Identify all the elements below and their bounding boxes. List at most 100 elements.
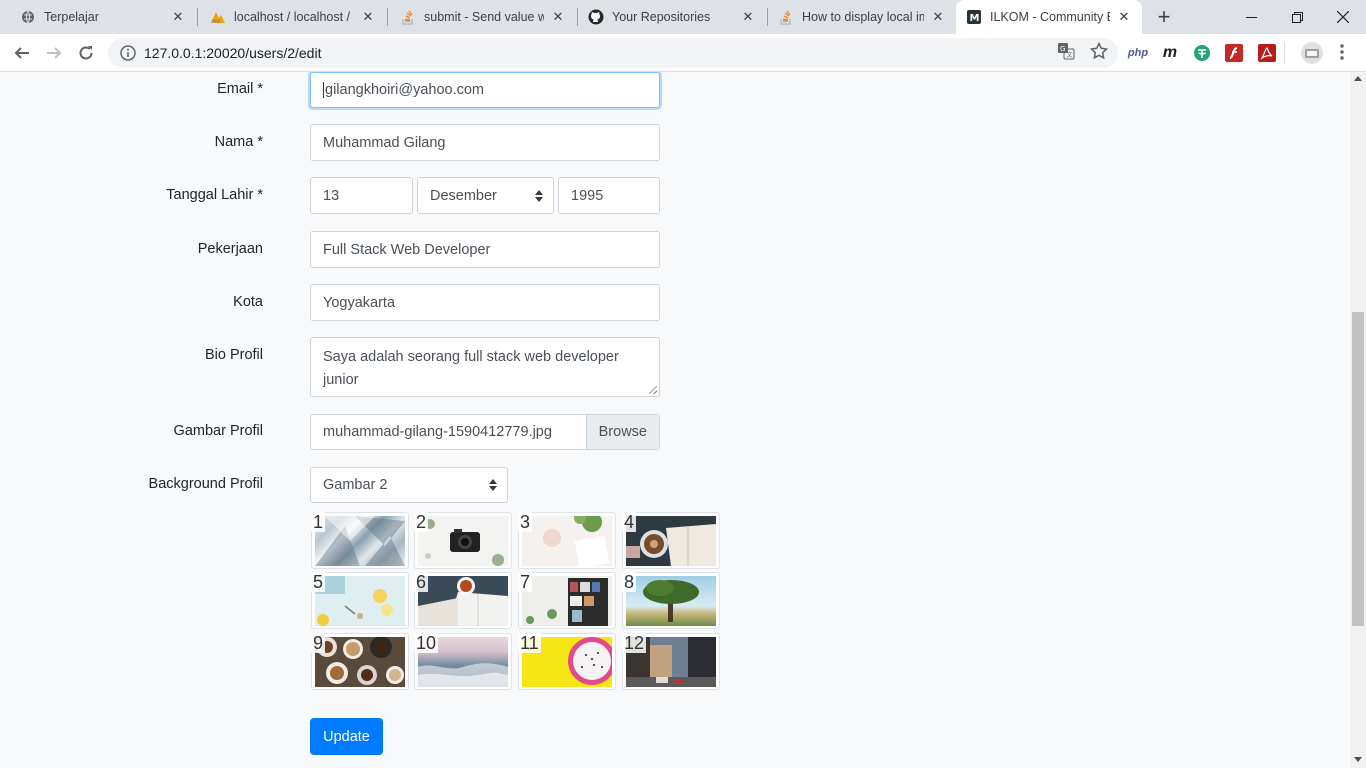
nama-label: Nama * [214,134,263,150]
thumbnail-1[interactable]: 1 [311,512,409,569]
background-select[interactable]: Gambar 2 [310,467,508,503]
gambar-profil-file-input[interactable]: muhammad-gilang-1590412779.jpg Browse [310,414,660,450]
new-tab-button[interactable]: + [1152,4,1176,29]
tree-landscape-image [626,576,716,626]
flash-icon[interactable] [1224,43,1244,63]
svg-text:文: 文 [1067,51,1073,59]
thumbnail-11[interactable]: 11 [518,633,616,690]
globe-icon [20,9,36,25]
thumbnail-7[interactable]: 7 [518,572,616,629]
email-field[interactable]: gilangkhoiri@yahoo.com [310,72,660,108]
thumbnail-number: 4 [622,512,637,532]
kota-value: Yogyakarta [323,294,396,311]
thumbnail-9[interactable]: 9 [311,633,409,690]
tab-local-image-stackoverflow[interactable]: How to display local im ✕ [768,0,956,34]
thumbnail-2[interactable]: 2 [414,512,512,569]
tab-title: Terpelajar [44,10,99,24]
m-icon[interactable]: m [1160,43,1180,63]
acrobat-icon[interactable] [1257,43,1277,63]
scroll-down-arrow-icon[interactable] [1354,757,1362,762]
desk-shelves-image [522,576,612,626]
kota-field[interactable]: Yogyakarta [310,284,660,321]
github-icon [588,9,604,25]
select-arrows-icon [535,189,543,202]
resize-grip-icon[interactable] [649,386,657,394]
thumbnail-6[interactable]: 6 [414,572,512,629]
ilkom-m-icon: M [966,9,982,25]
bookmark-star-icon[interactable] [1089,41,1109,61]
thumbnail-number: 8 [622,572,637,592]
tea-and-reading-image [418,576,508,626]
year-field[interactable]: 1995 [558,177,660,214]
tab-phpmyadmin[interactable]: PMA localhost / localhost / r ✕ [198,0,386,34]
forward-button[interactable] [40,39,68,67]
minimize-button[interactable] [1228,0,1274,34]
thumbnail-3[interactable]: 3 [518,512,616,569]
close-icon[interactable]: ✕ [740,9,756,25]
tab-title: ILKOM - Community Bl [990,10,1110,24]
menu-kebab-icon[interactable] [1334,42,1350,62]
tab-submit-stackoverflow[interactable]: submit - Send value wit ✕ [388,0,576,34]
tab-title: submit - Send value wit [424,10,544,24]
bio-textarea[interactable]: Saya adalah seorang full stack web devel… [310,337,660,397]
restore-button[interactable] [1274,0,1320,34]
thumbnail-number: 10 [414,633,439,653]
thumbnail-number: 5 [311,572,326,592]
thumbnail-5[interactable]: 5 [311,572,409,629]
kota-label: Kota [233,294,263,310]
tab-terpelajar[interactable]: Terpelajar ✕ [0,0,196,34]
background-profil-label: Background Profil [148,476,263,492]
stackoverflow-icon [778,9,794,25]
info-icon[interactable] [120,45,136,61]
tab-title: How to display local im [802,10,924,24]
page-scrollbar[interactable] [1350,72,1366,768]
geometric-triangles-image [315,516,405,566]
file-name: muhammad-gilang-1590412779.jpg [323,424,552,440]
close-icon[interactable]: ✕ [1116,9,1132,25]
pekerjaan-field[interactable]: Full Stack Web Developer [310,231,660,268]
close-icon[interactable]: ✕ [930,9,946,25]
browse-button[interactable]: Browse [585,415,659,449]
thumbnail-12[interactable]: 12 [622,633,720,690]
tanggal-lahir-label: Tanggal Lahir * [166,187,263,203]
email-value: gilangkhoiri@yahoo.com [325,82,484,98]
thumbnail-4[interactable]: 4 [622,512,720,569]
bio-label: Bio Profil [204,347,263,363]
day-field[interactable]: 13 [310,177,413,214]
thumbnail-8[interactable]: 8 [622,572,720,629]
scroll-up-arrow-icon[interactable] [1354,76,1362,81]
php-icon[interactable]: php [1128,43,1148,63]
phpmyadmin-icon: PMA [210,9,226,25]
scrollbar-thumb[interactable] [1352,312,1364,626]
profile-avatar-icon[interactable] [1300,41,1324,65]
close-icon[interactable]: ✕ [360,9,376,25]
svg-text:G: G [1060,45,1065,53]
tether-icon[interactable] [1192,43,1212,63]
thumbnail-number: 12 [622,633,647,653]
coffee-cups-image [315,637,405,687]
year-value: 1995 [571,187,604,204]
email-label: Email * [217,81,263,97]
thumbnail-10[interactable]: 10 [414,633,512,690]
address-bar[interactable]: 127.0.0.1:20020/users/2/edit [108,38,1118,68]
day-value: 13 [323,187,340,204]
nama-field[interactable]: Muhammad Gilang [310,124,660,161]
translate-icon[interactable]: G文 [1056,41,1076,61]
close-window-button[interactable] [1320,0,1366,34]
tab-github-repositories[interactable]: Your Repositories ✕ [578,0,766,34]
update-button[interactable]: Update [310,718,383,755]
thumbnail-number: 6 [414,572,429,592]
close-icon[interactable]: ✕ [550,9,566,25]
tab-ilkom-active[interactable]: M ILKOM - Community Bl ✕ [956,0,1142,34]
tab-strip: Terpelajar ✕ PMA localhost / localhost /… [0,0,1366,34]
month-select[interactable]: Desember [417,177,554,214]
svg-text:M: M [970,13,980,24]
coffee-and-book-image [626,516,716,566]
bio-value: Saya adalah seorang full stack web devel… [323,349,619,388]
nama-value: Muhammad Gilang [323,134,446,151]
browser-toolbar: 127.0.0.1:20020/users/2/edit G文 php m [0,34,1366,72]
back-button[interactable] [8,39,36,67]
close-icon[interactable]: ✕ [170,9,186,25]
reload-button[interactable] [72,39,100,67]
toolbar-divider [1284,42,1285,64]
